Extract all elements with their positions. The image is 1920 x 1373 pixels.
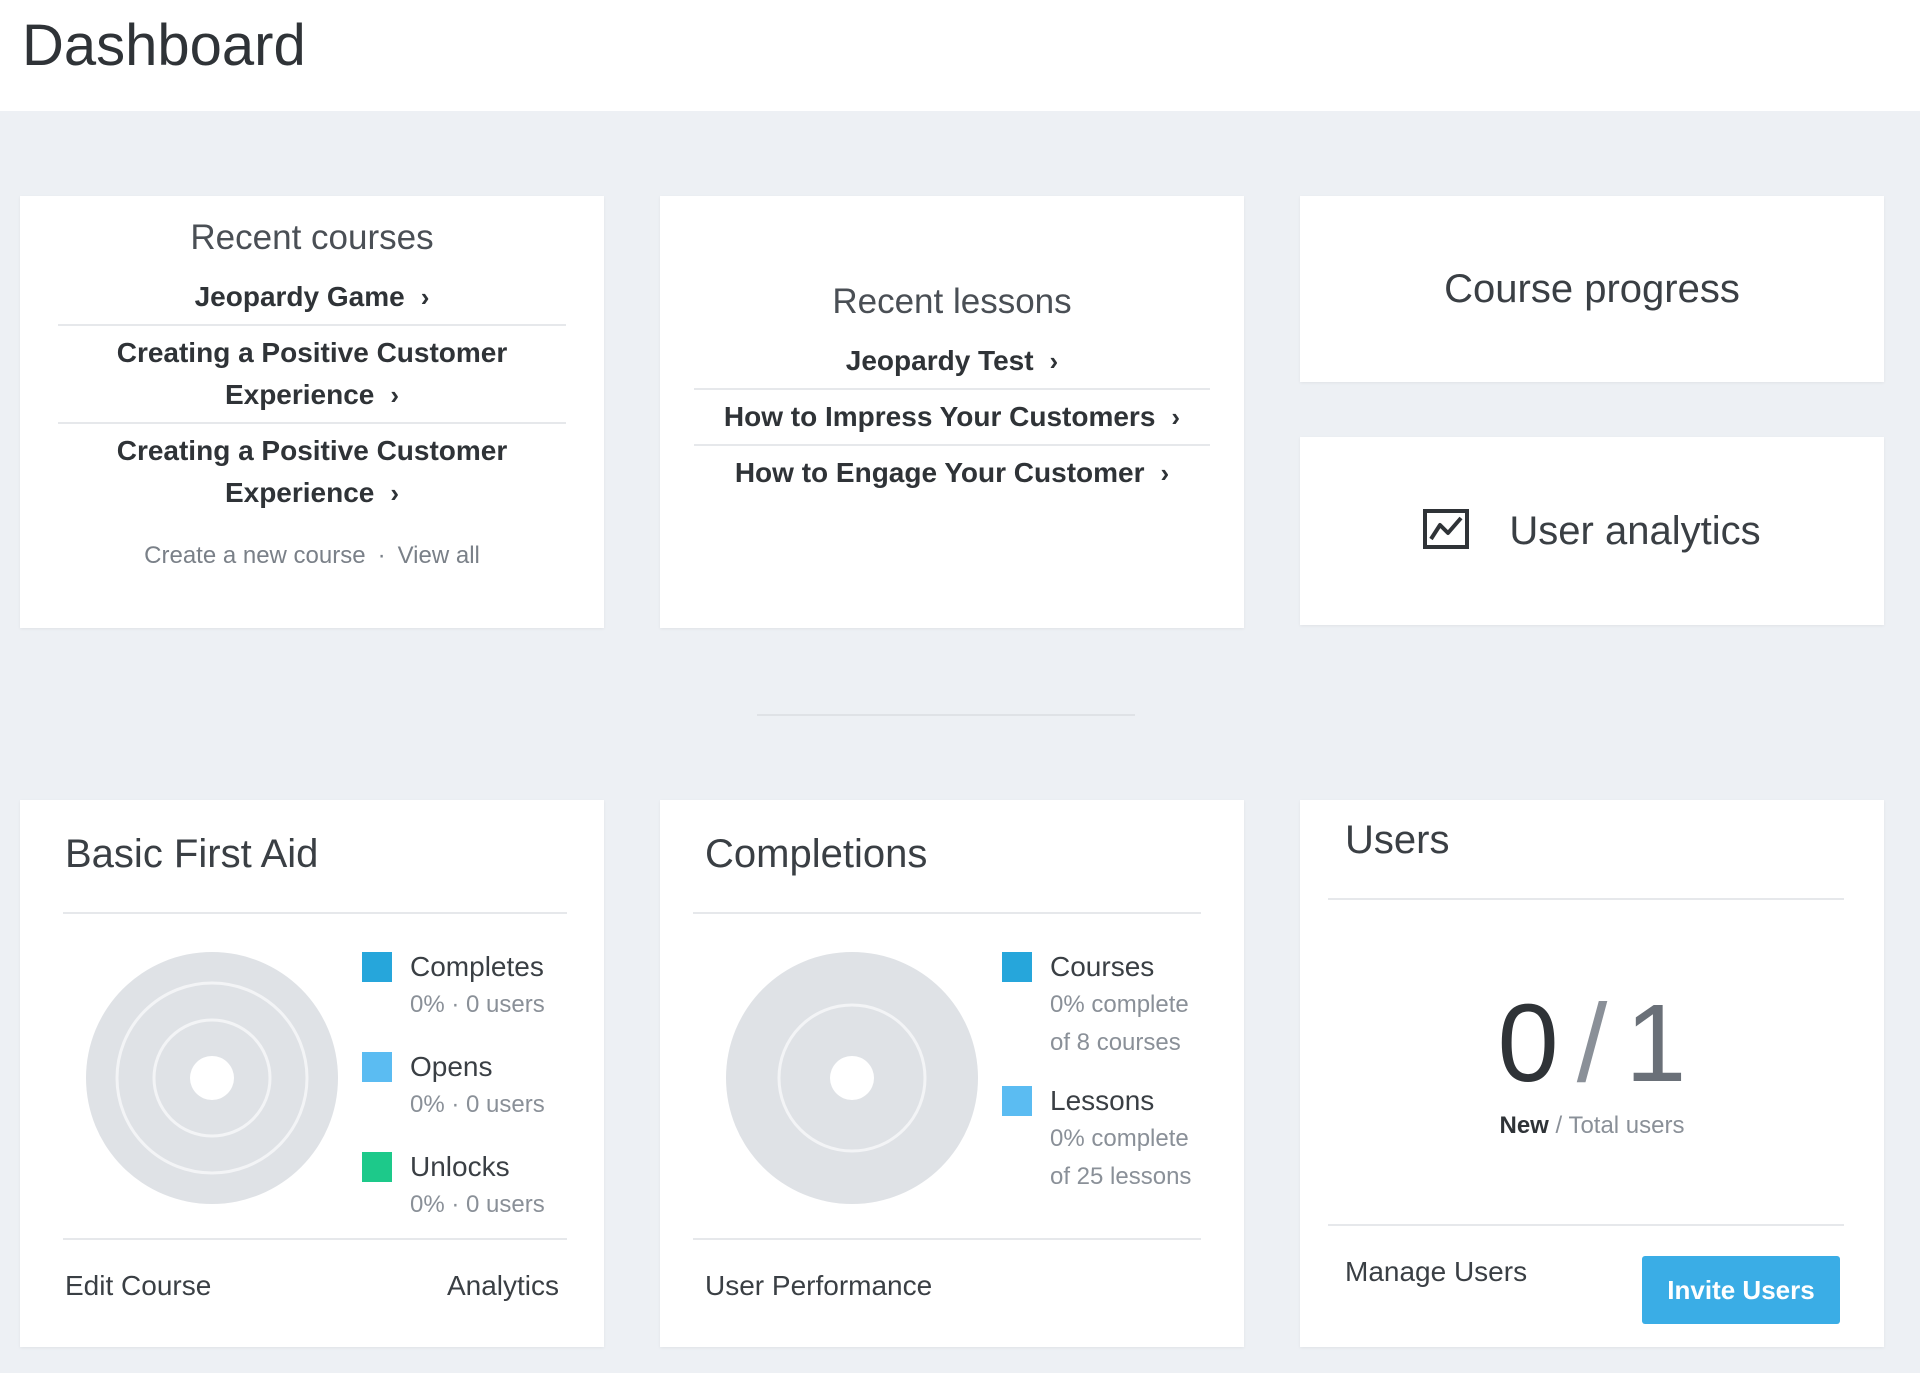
course-progress-card[interactable]: Course progress <box>1300 196 1884 382</box>
recent-course-item[interactable]: Jeopardy Game › <box>58 272 566 324</box>
legend-swatch <box>1002 1086 1032 1116</box>
new-users-count: 0 <box>1497 982 1559 1105</box>
divider <box>63 1238 567 1240</box>
users-caption: New / Total users <box>1499 1112 1685 1139</box>
recent-lessons-card: Recent lessons Jeopardy Test › How to Imp… <box>660 196 1244 628</box>
completions-card: Completions Courses 0% complete of 8 cou… <box>660 800 1244 1347</box>
legend-item: Unlocks 0% · 0 users <box>362 1148 545 1224</box>
divider <box>63 912 567 914</box>
course-stats-title: Basic First Aid <box>65 832 319 876</box>
recent-lesson-item[interactable]: How to Impress Your Customers › <box>694 390 1210 444</box>
recent-lessons-title: Recent lessons <box>832 282 1072 321</box>
user-analytics-title: User analytics <box>1509 508 1761 553</box>
section-divider <box>757 714 1135 716</box>
completions-donut-chart <box>726 952 978 1204</box>
legend-swatch <box>362 952 392 982</box>
count-slash: / <box>1576 982 1608 1105</box>
chevron-right-icon: › <box>390 380 400 410</box>
users-count: 0/1 <box>1300 980 1884 1107</box>
course-stats-card: Basic First Aid Completes 0% · 0 users O… <box>20 800 604 1347</box>
chevron-right-icon: › <box>1171 402 1181 432</box>
recent-courses-card: Recent courses Jeopardy Game › Creating a… <box>20 196 604 628</box>
legend-swatch <box>362 1152 392 1182</box>
chevron-right-icon: › <box>1049 346 1059 376</box>
course-legend: Completes 0% · 0 users Opens 0% · 0 user… <box>362 948 545 1248</box>
recent-course-item[interactable]: Creating a Positive Customer Experience › <box>58 424 566 520</box>
legend-item: Completes 0% · 0 users <box>362 948 545 1024</box>
user-performance-link[interactable]: User Performance <box>705 1270 932 1302</box>
legend-item: Courses 0% complete of 8 courses <box>1002 948 1191 1062</box>
top-bar: Dashboard <box>0 0 1920 111</box>
invite-users-button[interactable]: Invite Users <box>1642 1256 1840 1324</box>
legend-item: Opens 0% · 0 users <box>362 1048 545 1124</box>
completions-title: Completions <box>705 832 928 876</box>
chevron-right-icon: › <box>1160 458 1170 488</box>
divider <box>693 1238 1201 1240</box>
divider <box>693 912 1201 914</box>
page-title: Dashboard <box>22 13 306 78</box>
manage-users-link[interactable]: Manage Users <box>1345 1256 1527 1288</box>
edit-course-link[interactable]: Edit Course <box>65 1270 211 1302</box>
completions-legend: Courses 0% complete of 8 courses Lessons… <box>1002 948 1191 1220</box>
analytics-link[interactable]: Analytics <box>447 1270 559 1302</box>
recent-course-item[interactable]: Creating a Positive Customer Experience › <box>58 326 566 422</box>
legend-item: Lessons 0% complete of 25 lessons <box>1002 1082 1191 1196</box>
legend-swatch <box>1002 952 1032 982</box>
view-all-link[interactable]: View all <box>398 542 480 569</box>
course-donut-chart <box>86 952 338 1204</box>
separator-dot: · <box>377 542 386 569</box>
recent-lesson-item[interactable]: Jeopardy Test › <box>694 338 1210 388</box>
divider <box>1328 1224 1844 1226</box>
recent-courses-title: Recent courses <box>190 218 434 257</box>
chevron-right-icon: › <box>420 282 430 312</box>
recent-lesson-item[interactable]: How to Engage Your Customer › <box>694 446 1210 500</box>
total-users-count: 1 <box>1625 982 1687 1105</box>
divider <box>1328 898 1844 900</box>
legend-swatch <box>362 1052 392 1082</box>
user-analytics-card[interactable]: User analytics <box>1300 437 1884 625</box>
course-progress-title: Course progress <box>1444 266 1740 311</box>
course-links: Create a new course · View all <box>20 542 604 570</box>
chevron-right-icon: › <box>390 478 400 508</box>
users-title: Users <box>1345 818 1450 862</box>
create-course-link[interactable]: Create a new course <box>144 542 365 569</box>
users-card: Users 0/1 New / Total users Manage Users… <box>1300 800 1884 1347</box>
line-chart-icon <box>1423 508 1470 554</box>
